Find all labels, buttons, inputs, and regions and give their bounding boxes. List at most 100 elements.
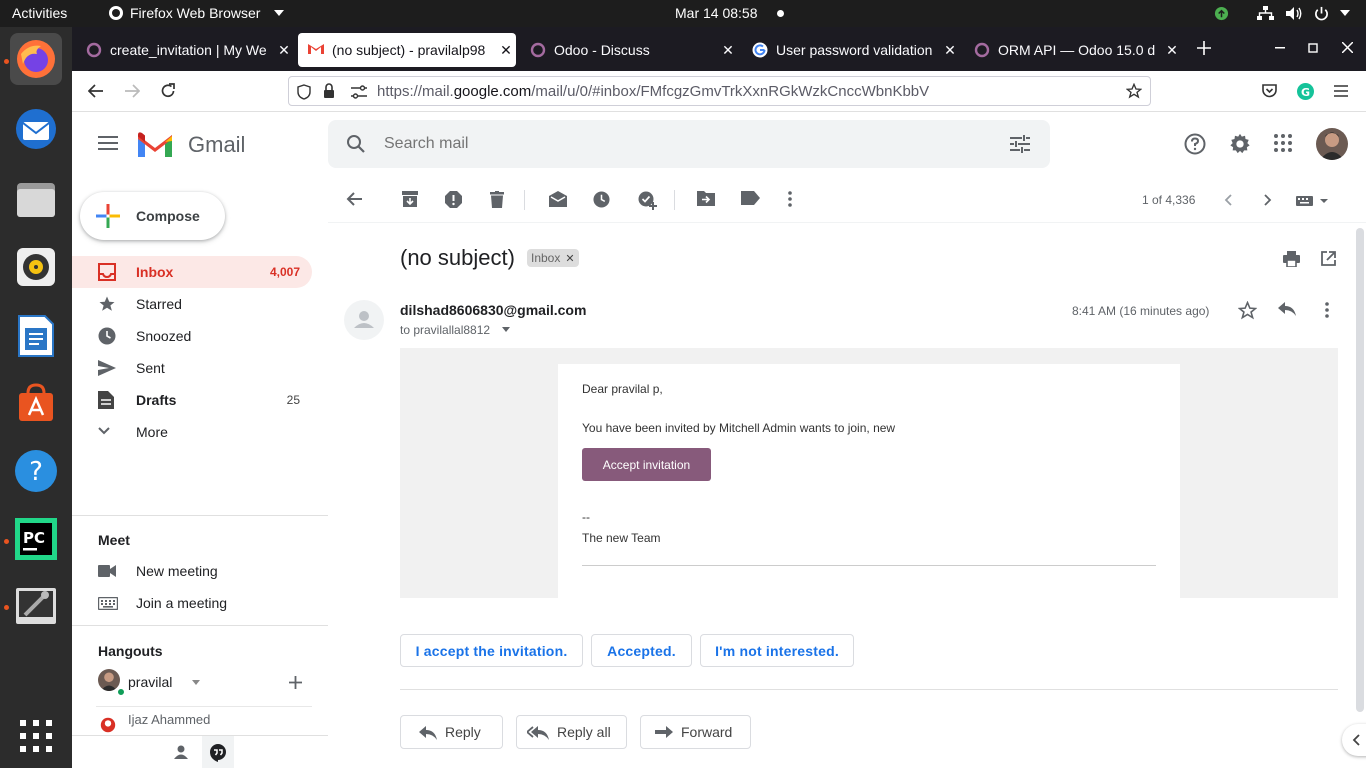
reply-icon[interactable]: [1278, 302, 1296, 316]
grammarly-extension-icon[interactable]: G: [1297, 83, 1314, 100]
thunderbird-dock-icon[interactable]: [10, 103, 62, 155]
update-icon[interactable]: [1214, 6, 1229, 21]
sidebar-item-sent[interactable]: Sent: [72, 352, 312, 384]
firefox-dock-icon[interactable]: [10, 33, 62, 85]
main-menu-icon[interactable]: [98, 136, 118, 150]
sidebar-item-inbox[interactable]: Inbox 4,007: [72, 256, 312, 288]
close-tab-icon[interactable]: ✕: [940, 42, 960, 59]
add-to-tasks-icon[interactable]: [638, 191, 657, 210]
sidebar-item-more[interactable]: More: [72, 416, 312, 448]
scrollbar-thumb[interactable]: [1356, 228, 1364, 712]
pycharm-dock-icon[interactable]: PC: [10, 513, 62, 565]
close-tab-icon[interactable]: ✕: [496, 42, 516, 59]
inbox-label-chip[interactable]: Inbox ✕: [527, 249, 579, 267]
move-to-icon[interactable]: [697, 191, 715, 206]
system-menu-chevron-icon[interactable]: [1340, 10, 1350, 16]
hangouts-user-name[interactable]: pravilal: [128, 674, 172, 690]
reply-all-button[interactable]: Reply all: [516, 715, 627, 749]
back-arrow-icon[interactable]: [88, 83, 104, 99]
url-text[interactable]: https://mail.google.com/mail/u/0/#inbox/…: [377, 83, 929, 100]
tab-user-password-validation[interactable]: User password validation ✕: [742, 33, 960, 67]
address-bar[interactable]: https://mail.google.com/mail/u/0/#inbox/…: [288, 76, 1151, 106]
more-vertical-icon[interactable]: [788, 191, 792, 207]
rhythmbox-dock-icon[interactable]: [10, 241, 62, 293]
ubuntu-software-dock-icon[interactable]: [10, 376, 62, 428]
side-panel-toggle[interactable]: [1342, 724, 1366, 756]
older-chevron-icon[interactable]: [1264, 194, 1272, 206]
tab-orm-api[interactable]: ORM API — Odoo 15.0 d ✕: [964, 33, 1182, 67]
search-options-icon[interactable]: [1010, 135, 1030, 153]
compose-button[interactable]: Compose: [80, 192, 225, 240]
close-tab-icon[interactable]: ✕: [1162, 42, 1182, 59]
show-applications-icon[interactable]: [10, 710, 62, 762]
files-dock-icon[interactable]: [10, 173, 62, 225]
new-meeting-item[interactable]: New meeting: [72, 555, 312, 587]
sender-email[interactable]: dilshad8606830@gmail.com: [400, 302, 586, 318]
settings-gear-icon[interactable]: [1229, 133, 1251, 155]
settings-tool-dock-icon[interactable]: [10, 580, 62, 632]
google-apps-icon[interactable]: [1274, 134, 1292, 152]
smart-reply-accept-invitation[interactable]: I accept the invitation.: [400, 634, 583, 667]
remove-label-icon[interactable]: ✕: [565, 252, 574, 265]
network-icon[interactable]: [1257, 6, 1274, 21]
sidebar-item-drafts[interactable]: Drafts 25: [72, 384, 312, 416]
delete-icon[interactable]: [490, 191, 504, 208]
tab-gmail[interactable]: (no subject) - pravilalp98 ✕: [298, 33, 516, 67]
new-conversation-plus-icon[interactable]: [289, 676, 302, 689]
minimize-window-icon[interactable]: [1275, 47, 1285, 49]
power-icon[interactable]: [1314, 6, 1329, 21]
forward-arrow-icon[interactable]: [124, 83, 140, 99]
activities-button[interactable]: Activities: [12, 5, 67, 21]
restore-window-icon[interactable]: [1308, 43, 1318, 53]
contact-name[interactable]: Ijaz Ahammed: [128, 712, 210, 727]
more-vertical-icon[interactable]: [1325, 302, 1329, 318]
print-icon[interactable]: [1283, 251, 1300, 267]
help-icon[interactable]: [1184, 133, 1206, 155]
label-tag-icon[interactable]: [741, 191, 760, 205]
close-tab-icon[interactable]: ✕: [718, 42, 738, 59]
account-avatar[interactable]: [1316, 128, 1348, 160]
clock[interactable]: Mar 14 08:58: [675, 5, 758, 21]
search-bar[interactable]: [328, 120, 1050, 168]
reload-icon[interactable]: [160, 83, 176, 99]
pocket-icon[interactable]: [1262, 84, 1277, 98]
accept-invitation-button[interactable]: Accept invitation: [582, 448, 711, 481]
archive-icon[interactable]: [402, 191, 418, 207]
close-tab-icon[interactable]: ✕: [274, 42, 294, 59]
status-dropdown-icon[interactable]: [192, 680, 200, 685]
smart-reply-not-interested[interactable]: I'm not interested.: [700, 634, 854, 667]
bookmark-star-icon[interactable]: [1126, 83, 1142, 99]
libreoffice-writer-dock-icon[interactable]: [10, 310, 62, 362]
show-details-dropdown-icon[interactable]: [502, 327, 510, 332]
newer-chevron-icon[interactable]: [1224, 194, 1232, 206]
smart-reply-accepted[interactable]: Accepted.: [591, 634, 692, 667]
reply-button[interactable]: Reply: [400, 715, 503, 749]
help-dock-icon[interactable]: ?: [10, 445, 62, 497]
close-window-icon[interactable]: [1342, 42, 1353, 53]
report-spam-icon[interactable]: [445, 191, 462, 208]
back-to-inbox-icon[interactable]: [346, 191, 362, 207]
sidebar-item-snoozed[interactable]: Snoozed: [72, 320, 312, 352]
mark-as-unread-icon[interactable]: [549, 191, 567, 207]
sidebar-item-starred[interactable]: Starred: [72, 288, 312, 320]
star-icon[interactable]: [1238, 301, 1257, 320]
contacts-person-icon[interactable]: [174, 745, 188, 759]
open-in-new-window-icon[interactable]: [1321, 251, 1336, 266]
tab-odoo-discuss[interactable]: Odoo - Discuss ✕: [520, 33, 738, 67]
sender-avatar[interactable]: [344, 300, 384, 340]
hamburger-menu-icon[interactable]: [1334, 85, 1348, 97]
tab-create-invitation[interactable]: create_invitation | My We ✕: [76, 33, 294, 67]
volume-icon[interactable]: [1286, 6, 1303, 21]
star-icon: [98, 295, 116, 313]
app-menu-button[interactable]: Firefox Web Browser: [130, 5, 260, 21]
snooze-clock-icon[interactable]: [593, 191, 610, 208]
shield-icon[interactable]: [297, 84, 311, 100]
input-tools-keyboard-icon[interactable]: [1296, 196, 1330, 206]
lock-icon[interactable]: [323, 83, 335, 99]
search-icon[interactable]: [346, 134, 366, 154]
new-tab-plus-icon[interactable]: [1197, 41, 1211, 55]
permissions-icon[interactable]: [351, 85, 367, 99]
forward-button[interactable]: Forward: [640, 715, 751, 749]
join-meeting-item[interactable]: Join a meeting: [72, 587, 312, 619]
search-input[interactable]: [384, 132, 944, 156]
